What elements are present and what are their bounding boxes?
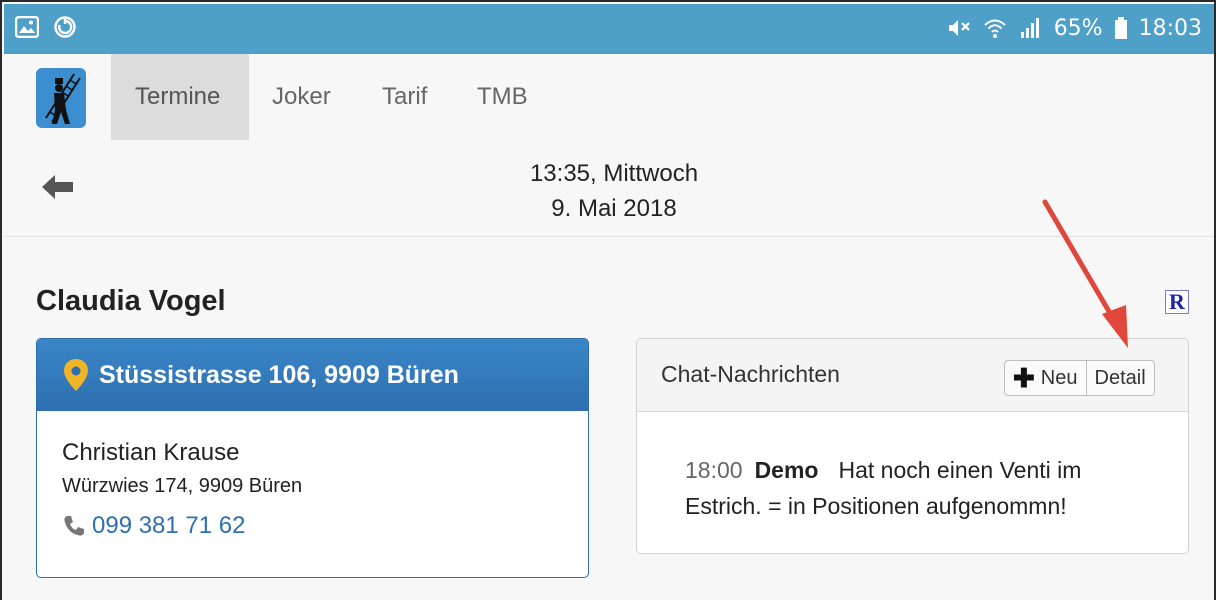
appointment-date: 9. Mai 2018 xyxy=(551,195,677,222)
signal-icon xyxy=(1018,15,1044,41)
battery-percent: 65% xyxy=(1053,15,1103,41)
chat-card: Chat-Nachrichten ✚ Neu Detail 18:00 Demo H… xyxy=(636,338,1189,554)
customer-name: Claudia Vogel xyxy=(36,285,226,317)
tab-label: TMB xyxy=(477,83,528,110)
chat-button-group: ✚ Neu Detail xyxy=(1004,360,1155,396)
contact-address: Würzwies 174, 9909 Büren xyxy=(62,475,303,497)
date-header: 13:35, Mittwoch 9. Mai 2018 xyxy=(4,140,1214,237)
phone-link[interactable]: 099 381 71 62 xyxy=(62,512,588,540)
sync-icon xyxy=(52,14,78,40)
new-button-label: Neu xyxy=(1040,366,1078,389)
status-bar: 65% 18:03 xyxy=(4,4,1214,54)
address-text: Stüssistrasse 106, 9909 Büren xyxy=(99,360,459,389)
contact-name: Christian Krause xyxy=(62,439,240,466)
detail-button-label: Detail xyxy=(1094,366,1146,389)
app-frame: 65% 18:03 Termine Joker Tarif TMB 13:35,… xyxy=(0,0,1216,600)
clock: 18:03 xyxy=(1138,15,1202,41)
message-user: Demo xyxy=(754,457,819,483)
address-header[interactable]: Stüssistrasse 106, 9909 Büren xyxy=(37,339,588,411)
mute-icon xyxy=(946,15,972,41)
tab-joker[interactable]: Joker xyxy=(272,54,352,140)
message-text: Hat noch einen Venti im Estrich. = in Po… xyxy=(685,457,1082,519)
phone-icon xyxy=(64,516,84,536)
r-badge-icon[interactable]: R xyxy=(1165,290,1189,314)
phone-number: 099 381 71 62 xyxy=(92,512,246,539)
tab-tarif[interactable]: Tarif xyxy=(382,54,442,140)
appointment-time: 13:35, Mittwoch xyxy=(529,160,699,187)
tab-termine[interactable]: Termine xyxy=(111,54,249,140)
battery-icon xyxy=(1113,15,1129,41)
tab-tmb[interactable]: TMB xyxy=(477,54,537,140)
tab-label: Termine xyxy=(135,83,221,110)
tab-label: Joker xyxy=(272,83,331,110)
wifi-icon xyxy=(982,15,1008,41)
image-icon xyxy=(14,14,40,40)
chat-header: Chat-Nachrichten ✚ Neu Detail xyxy=(637,339,1188,412)
plus-icon: ✚ xyxy=(1013,362,1035,393)
tab-label: Tarif xyxy=(382,83,428,110)
chimney-sweep-logo[interactable] xyxy=(36,68,86,128)
address-card: Stüssistrasse 106, 9909 Büren Christian … xyxy=(36,338,589,578)
chat-message: 18:00 Demo Hat noch einen Venti im Estrich… xyxy=(637,412,1137,524)
map-pin-icon xyxy=(64,359,88,391)
detail-button[interactable]: Detail xyxy=(1086,360,1155,396)
top-nav: Termine Joker Tarif TMB xyxy=(4,54,1214,140)
new-message-button[interactable]: ✚ Neu xyxy=(1004,360,1087,396)
chat-title: Chat-Nachrichten xyxy=(661,361,840,387)
message-time: 18:00 xyxy=(685,457,743,483)
